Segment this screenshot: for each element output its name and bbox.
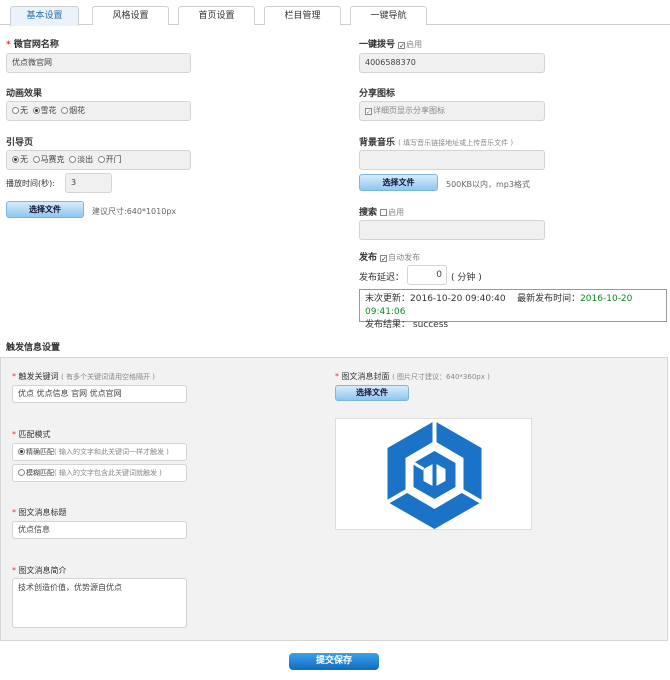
share-icon-checkbox[interactable]: ✓详细页显示分享图标 [359, 101, 545, 121]
site-name-field[interactable]: 优点微官网 [6, 53, 191, 73]
search-label: 搜索 启用 [359, 208, 405, 218]
guide-option-none[interactable]: 无 [12, 151, 28, 169]
tab-column-management[interactable]: 栏目管理 [264, 6, 341, 25]
anim-option-firework[interactable]: 烟花 [61, 102, 85, 120]
match-fuzzy-option[interactable]: 模糊匹配( 输入的文字包含此关键词就触发 ) [12, 464, 187, 482]
keyword-label: * 触发关键词 ( 有多个关键词请用空格隔开 ) [12, 372, 156, 381]
music-url-input[interactable] [359, 150, 545, 170]
guide-page-label: 引导页 [6, 138, 34, 148]
play-time-input[interactable]: 3 [65, 173, 112, 193]
guide-option-door[interactable]: 开门 [97, 151, 122, 169]
cover-image-preview [335, 418, 532, 530]
submit-save-button[interactable]: 提交保存 [289, 653, 379, 670]
match-exact-option[interactable]: 精确匹配( 输入的文字和此关键词一样才触发 ) [12, 443, 187, 461]
guide-size-hint: 建议尺寸:640*1010px [92, 207, 177, 216]
tab-basic-settings[interactable]: 基本设置 [10, 6, 79, 26]
msg-intro-textarea[interactable]: 技术创造价值，优势源自优点 [12, 578, 187, 628]
tab-one-click-nav[interactable]: 一键导航 [350, 6, 427, 25]
msg-title-label: * 图文消息标题 [12, 508, 67, 517]
dial-number-field[interactable]: 4006588370 [359, 53, 545, 73]
search-enable-checkbox[interactable]: 启用 [380, 208, 404, 218]
msg-intro-label: * 图文消息简介 [12, 566, 67, 575]
publish-delay-unit: ( 分钟 ) [451, 273, 482, 283]
hexagon-logo-icon [386, 421, 483, 529]
match-mode-label: * 匹配模式 [12, 430, 51, 439]
site-name-label: * 微官网名称 [6, 40, 59, 50]
guide-option-mosaic[interactable]: 马赛克 [32, 151, 65, 169]
keyword-input[interactable]: 优点 优点信息 官网 优点官网 [12, 385, 187, 403]
tab-home-settings[interactable]: 首页设置 [178, 6, 255, 25]
msg-title-input[interactable]: 优点信息 [12, 521, 187, 539]
music-choose-file-button[interactable]: 选择文件 [359, 174, 438, 191]
publish-delay-label: 发布延迟： [359, 273, 405, 283]
search-input[interactable] [359, 220, 545, 240]
trigger-section-title: 触发信息设置 [6, 343, 61, 353]
guide-page-options: 无 马赛克 淡出 开门 [6, 150, 191, 170]
guide-option-fade[interactable]: 淡出 [69, 151, 93, 169]
share-icon-label: 分享图标 [359, 89, 396, 99]
cover-label: * 图文消息封面 ( 图片尺寸建议：640*360px ) [335, 372, 490, 381]
music-label: 背景音乐 ( 填写音乐链接地址或上传音乐文件 ) [359, 138, 514, 148]
anim-option-none[interactable]: 无 [12, 102, 28, 120]
cover-choose-file-button[interactable]: 选择文件 [335, 385, 409, 401]
auto-publish-checkbox[interactable]: ✓自动发布 [380, 253, 420, 263]
animation-label: 动画效果 [6, 89, 43, 99]
dial-enable-checkbox[interactable]: ✓启用 [398, 40, 422, 50]
dial-label: 一键拨号 ✓启用 [359, 40, 423, 50]
guide-choose-file-button[interactable]: 选择文件 [6, 201, 84, 218]
anim-option-snow[interactable]: 雪花 [32, 102, 57, 120]
animation-options: 无 雪花 烟花 [6, 101, 191, 121]
tab-style-settings[interactable]: 风格设置 [92, 6, 169, 25]
publish-delay-input[interactable]: 0 [407, 265, 447, 285]
publish-label: 发布 ✓自动发布 [359, 253, 421, 263]
publish-info-box: 末次更新：2016-10-20 09:40:40 最新发布时间：2016-10-… [359, 289, 667, 330]
settings-tab-bar: 基本设置 风格设置 首页设置 栏目管理 一键导航 [0, 0, 670, 26]
play-time-label: 播放时间(秒): [6, 179, 55, 188]
music-size-hint: 500KB以内，mp3格式 [446, 180, 530, 189]
